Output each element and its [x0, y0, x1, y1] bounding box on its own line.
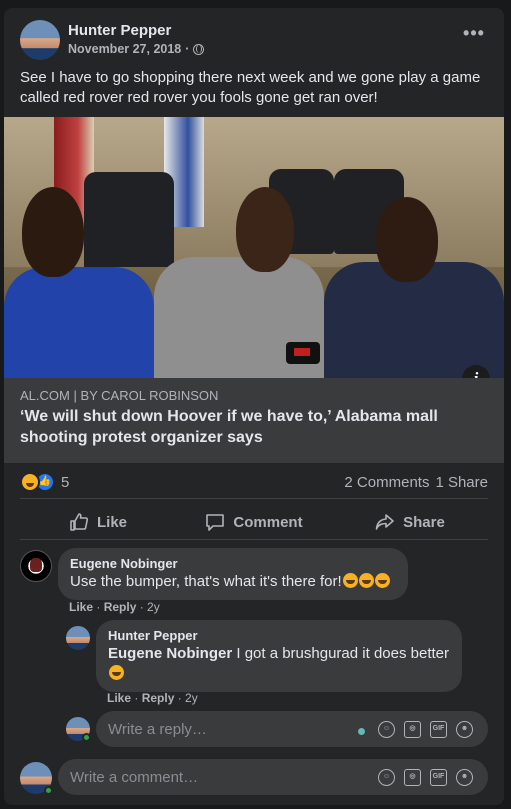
- comment-body: Use the bumper, that's what it's there f…: [70, 573, 342, 590]
- typing-indicator-icon: [358, 728, 365, 735]
- laughing-emoji-icon: [374, 573, 390, 588]
- camera-icon[interactable]: ◎: [404, 721, 421, 738]
- online-status-icon: [82, 733, 91, 742]
- laughing-emoji-icon: [342, 573, 358, 588]
- comment-age[interactable]: 2y: [147, 600, 160, 614]
- link-title[interactable]: ‘We will shut down Hoover if we have to,…: [20, 406, 490, 448]
- laughing-emoji-icon: [109, 665, 124, 680]
- thumbs-up-icon: [70, 513, 89, 531]
- photo-head: [376, 197, 438, 282]
- reply-age[interactable]: 2y: [185, 691, 198, 705]
- photo-head: [22, 187, 84, 277]
- link-source: AL.COM | BY CAROL ROBINSON: [20, 388, 219, 403]
- reply-input-icons: ☺ ◎ GIF ☻: [378, 721, 473, 738]
- meta-separator: ·: [185, 42, 190, 56]
- laughing-emoji-icon: [358, 573, 374, 588]
- sticker-icon[interactable]: ☻: [456, 769, 473, 786]
- comment-author[interactable]: Eugene Nobinger: [70, 556, 396, 572]
- engagement-counts: 2 Comments 1 Share: [344, 474, 488, 491]
- share-count[interactable]: 1 Share: [435, 474, 488, 491]
- reply-body: I got a brushgurad it does better: [232, 645, 449, 662]
- comment-icon: [206, 514, 225, 531]
- like-button[interactable]: Like: [20, 504, 176, 540]
- photo-head: [236, 187, 294, 272]
- comment-button[interactable]: Comment: [176, 504, 332, 540]
- emoji-icon[interactable]: ☺: [378, 769, 395, 786]
- divider: [20, 539, 488, 540]
- share-button[interactable]: Share: [332, 504, 488, 540]
- sticker-icon[interactable]: ☻: [456, 721, 473, 738]
- current-user-avatar[interactable]: [20, 762, 53, 795]
- reply-reply-link[interactable]: Reply: [142, 691, 175, 705]
- reaction-count[interactable]: 5: [61, 474, 69, 491]
- photo-chair: [84, 172, 174, 282]
- current-user-avatar[interactable]: [66, 717, 91, 742]
- share-label: Share: [403, 513, 445, 531]
- reply-mention[interactable]: Eugene Nobinger: [108, 645, 232, 662]
- reply-text: Eugene Nobinger I got a brushgurad it do…: [108, 644, 450, 684]
- gif-icon[interactable]: GIF: [430, 721, 447, 738]
- link-preview-image[interactable]: i: [4, 117, 504, 387]
- post-meta: November 27, 2018 ·: [68, 42, 205, 56]
- haha-reaction-icon: [20, 472, 40, 492]
- post-text: See I have to go shopping there next wee…: [20, 69, 481, 106]
- emoji-icon[interactable]: ☺: [378, 721, 395, 738]
- comment-input-icons: ☺ ◎ GIF ☻: [378, 769, 473, 786]
- comment-text: Use the bumper, that's what it's there f…: [70, 572, 396, 592]
- post-actions: Like Comment Share: [20, 504, 488, 540]
- online-status-icon: [44, 786, 53, 795]
- photo-person: [4, 267, 154, 387]
- divider: [20, 498, 488, 499]
- comment-bubble: Eugene Nobinger Use the bumper, that's w…: [58, 548, 408, 600]
- gif-icon[interactable]: GIF: [430, 769, 447, 786]
- reply-like-link[interactable]: Like: [107, 691, 131, 705]
- like-label: Like: [96, 513, 127, 531]
- comment-label: Comment: [233, 513, 303, 531]
- reply-author[interactable]: Hunter Pepper: [108, 628, 450, 644]
- commenter-avatar[interactable]: [20, 550, 52, 582]
- reply-bubble: Hunter Pepper Eugene Nobinger I got a br…: [96, 620, 462, 692]
- globe-icon: [193, 43, 205, 55]
- comment-count[interactable]: 2 Comments: [344, 474, 429, 491]
- share-icon: [375, 514, 394, 530]
- camera-icon[interactable]: ◎: [404, 769, 421, 786]
- author-avatar[interactable]: [20, 20, 60, 60]
- comment-actions: Like · Reply · 2y: [69, 600, 160, 614]
- reaction-stats: 👍 5 2 Comments 1 Share: [20, 464, 488, 500]
- comment-like-link[interactable]: Like: [69, 600, 93, 614]
- author-name[interactable]: Hunter Pepper: [68, 22, 171, 39]
- reactions[interactable]: 👍: [20, 472, 55, 492]
- photo-person: [154, 257, 324, 387]
- post-date[interactable]: November 27, 2018: [68, 42, 181, 56]
- reply-author-avatar[interactable]: [66, 626, 90, 650]
- photo-microphone: [286, 342, 320, 364]
- reply-actions: Like · Reply · 2y: [107, 691, 198, 705]
- post-card: Hunter Pepper November 27, 2018 · ••• Se…: [4, 8, 504, 805]
- more-options-button[interactable]: •••: [460, 24, 488, 46]
- comment-reply-link[interactable]: Reply: [104, 600, 137, 614]
- link-preview[interactable]: AL.COM | BY CAROL ROBINSON ‘We will shut…: [4, 378, 504, 463]
